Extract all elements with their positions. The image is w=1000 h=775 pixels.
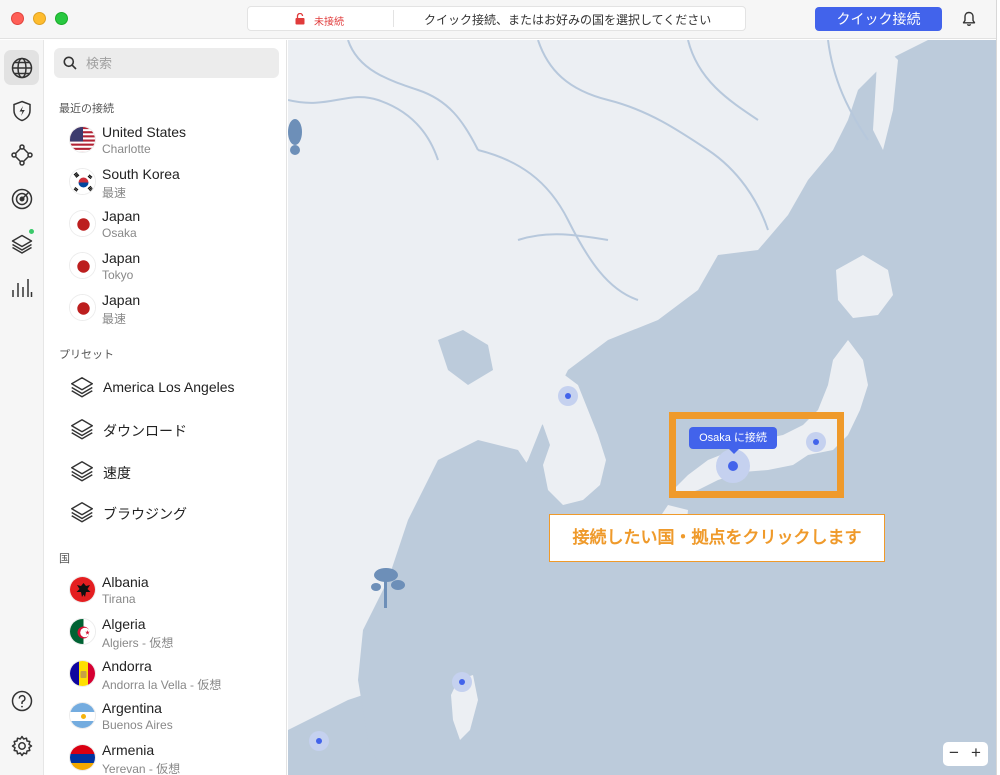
- minimize-window-button[interactable]: [33, 12, 46, 25]
- flag-jp-icon: [69, 294, 96, 321]
- item-subtitle: 最速: [102, 312, 127, 326]
- flag-dz-icon: [69, 618, 96, 645]
- recent-section-label: 最近の接続: [59, 103, 114, 115]
- river: [288, 96, 439, 161]
- flag-kr-icon: [69, 168, 96, 195]
- sea-region: [438, 330, 493, 385]
- river: [347, 40, 479, 151]
- zoom-controls: − +: [943, 742, 988, 766]
- server-map[interactable]: Osaka に接続 接続したい国・拠点をクリックします − +: [288, 40, 996, 775]
- item-title: United States: [102, 124, 187, 140]
- river: [477, 149, 639, 301]
- quick-connect-button[interactable]: クイック接続: [815, 7, 942, 31]
- status-hint: クイック接続、またはお好みの国を選択してください: [424, 13, 712, 27]
- layers-icon: [71, 419, 93, 440]
- country-item-argentina[interactable]: Argentina Buenos Aires: [65, 698, 285, 738]
- meshnet-icon[interactable]: [4, 137, 39, 172]
- item-title: Andorra: [102, 658, 152, 674]
- item-subtitle: Charlotte: [102, 142, 151, 156]
- zoom-out-button[interactable]: −: [943, 742, 965, 766]
- layers-icon: [71, 377, 93, 398]
- server-sidebar: 最近の接続 United States Charlotte: [45, 40, 287, 775]
- maximize-window-button[interactable]: [55, 12, 68, 25]
- preset-label: America Los Angeles: [103, 379, 235, 395]
- server-pin-seoul-dot: [565, 393, 571, 399]
- search-input[interactable]: [86, 53, 266, 73]
- preset-item-browsing[interactable]: ブラウジング: [65, 496, 285, 530]
- search-box[interactable]: [54, 48, 279, 78]
- countries-section-label: 国: [59, 553, 70, 565]
- preset-label: 速度: [103, 465, 131, 481]
- lake: [290, 145, 300, 155]
- preset-label: ダウンロード: [103, 423, 187, 439]
- layers-icon: [71, 461, 93, 482]
- flag-al-icon: [69, 576, 96, 603]
- globe-icon[interactable]: [4, 50, 39, 85]
- country-item-armenia[interactable]: Armenia Yerevan - 仮想: [65, 740, 285, 775]
- preset-item-download[interactable]: ダウンロード: [65, 413, 285, 447]
- close-window-button[interactable]: [11, 12, 24, 25]
- item-subtitle: 最速: [102, 186, 127, 200]
- recent-item-japan-osaka[interactable]: Japan Osaka: [65, 206, 285, 246]
- item-title: Albania: [102, 574, 149, 590]
- preset-item-speed[interactable]: 速度: [65, 455, 285, 489]
- layers-icon: [71, 502, 93, 523]
- river: [537, 40, 769, 231]
- map-svg: [288, 40, 996, 775]
- preset-label: ブラウジング: [103, 506, 187, 522]
- item-title: Japan: [102, 208, 141, 224]
- flag-ar-icon: [69, 702, 96, 729]
- shield-bolt-icon[interactable]: [4, 93, 39, 128]
- item-subtitle: Tirana: [102, 592, 136, 606]
- annotation-highlight-box: [669, 412, 844, 498]
- item-title: Argentina: [102, 700, 162, 716]
- item-title: Japan: [102, 250, 141, 266]
- annotation-callout: 接続したい国・拠点をクリックします: [549, 514, 885, 562]
- flag-ad-icon: [69, 660, 96, 687]
- server-pin-hongkong-dot: [316, 738, 322, 744]
- title-bar: 未接続 クイック接続、またはお好みの国を選択してください クイック接続: [0, 0, 996, 39]
- lake: [288, 119, 302, 145]
- item-title: South Korea: [102, 166, 180, 182]
- flag-us-icon: [69, 126, 96, 153]
- flag-jp-icon: [69, 252, 96, 279]
- item-title: Armenia: [102, 742, 155, 758]
- preset-item-america-los-angeles[interactable]: America Los Angeles: [65, 371, 285, 405]
- presets-section-label: プリセット: [59, 349, 114, 361]
- item-subtitle: Algiers - 仮想: [102, 636, 174, 650]
- item-subtitle: Yerevan - 仮想: [102, 762, 181, 775]
- item-subtitle: Tokyo: [102, 268, 134, 282]
- flag-jp-icon: [69, 210, 96, 237]
- flag-am-icon: [69, 744, 96, 771]
- recent-item-japan-fastest[interactable]: Japan 最速: [65, 290, 285, 330]
- unlocked-icon: [295, 13, 305, 25]
- river: [687, 40, 759, 121]
- layers-icon[interactable]: [4, 226, 39, 261]
- item-subtitle: Buenos Aires: [102, 718, 173, 732]
- item-subtitle: Andorra la Vella - 仮想: [102, 678, 222, 692]
- item-subtitle: Osaka: [102, 226, 137, 240]
- divider: [393, 10, 394, 27]
- item-title: Japan: [102, 292, 141, 308]
- connection-status: 未接続: [314, 17, 344, 28]
- app-window: 未接続 クイック接続、またはお好みの国を選択してください クイック接続 検索 最…: [0, 0, 997, 775]
- stats-icon[interactable]: [4, 270, 39, 305]
- bell-icon[interactable]: [962, 11, 976, 27]
- item-title: Algeria: [102, 616, 146, 632]
- help-icon[interactable]: [4, 683, 39, 718]
- country-item-algeria[interactable]: Algeria Algiers - 仮想: [65, 614, 285, 654]
- recent-item-south-korea[interactable]: South Korea 最速: [65, 164, 285, 204]
- recent-item-united-states[interactable]: United States Charlotte: [65, 122, 285, 162]
- search-icon: [63, 56, 77, 70]
- target-icon[interactable]: [4, 181, 39, 216]
- icon-rail: [0, 40, 44, 775]
- country-item-albania[interactable]: Albania Tirana: [65, 572, 285, 612]
- connection-status-box: 未接続 クイック接続、またはお好みの国を選択してください: [247, 6, 746, 31]
- river: [517, 233, 609, 241]
- recent-item-japan-tokyo[interactable]: Japan Tokyo: [65, 248, 285, 288]
- country-item-andorra[interactable]: Andorra Andorra la Vella - 仮想: [65, 656, 285, 696]
- gear-icon[interactable]: [4, 728, 39, 763]
- zoom-in-button[interactable]: +: [965, 742, 987, 766]
- server-pin-taipei-dot: [459, 679, 465, 685]
